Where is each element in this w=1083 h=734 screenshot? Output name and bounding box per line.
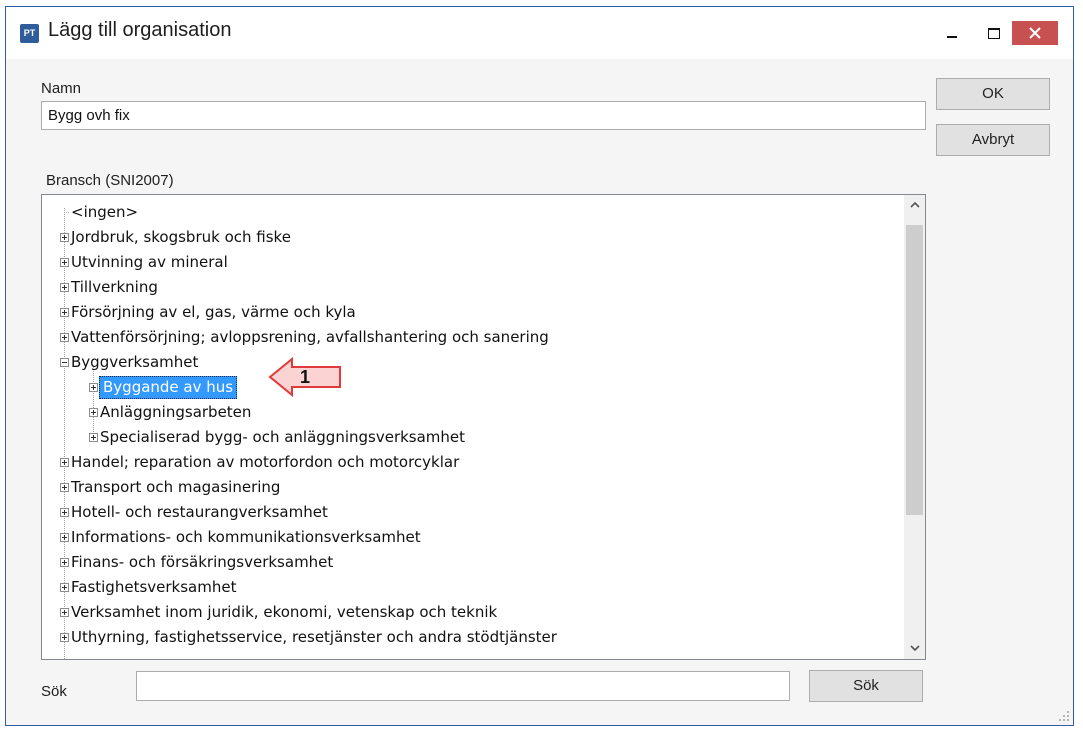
tree-item-label[interactable]: Försörjning av el, gas, värme och kyla <box>71 300 356 325</box>
expand-icon[interactable] <box>89 408 98 417</box>
name-label: Namn <box>41 80 82 97</box>
tree-item[interactable]: Tillverkning <box>42 275 902 300</box>
tree-item-label[interactable]: Informations- och kommunikationsverksamh… <box>71 525 421 550</box>
close-icon <box>1029 27 1041 39</box>
tree-item-label[interactable]: <ingen> <box>71 200 138 225</box>
title-bar[interactable]: PT Lägg till organisation <box>6 7 1073 59</box>
tree-item-label[interactable]: Uthyrning, fastighetsservice, resetjänst… <box>71 625 557 650</box>
tree-item[interactable]: Informations- och kommunikationsverksamh… <box>42 525 902 550</box>
ok-button[interactable]: OK <box>936 78 1050 110</box>
tree-item-label[interactable]: Anläggningsarbeten <box>100 400 251 425</box>
expand-icon[interactable] <box>60 333 69 342</box>
tree-item-label[interactable]: Tillverkning <box>71 275 158 300</box>
callout-number: 1 <box>300 367 311 387</box>
tree-item-label[interactable]: Byggande av hus <box>99 376 238 399</box>
tree-item[interactable]: Fastighetsverksamhet <box>42 575 902 600</box>
tree-item[interactable]: Byggverksamhet <box>42 350 902 375</box>
tree-item-label[interactable]: Finans- och försäkringsverksamhet <box>71 550 333 575</box>
tree-item-label[interactable]: Utvinning av mineral <box>71 250 228 275</box>
app-icon: PT <box>20 24 39 43</box>
tree-item[interactable]: Vattenförsörjning; avloppsrening, avfall… <box>42 325 902 350</box>
tree-item-label[interactable]: Handel; reparation av motorfordon och mo… <box>71 450 459 475</box>
collapse-icon[interactable] <box>60 358 69 367</box>
tree-item[interactable]: Handel; reparation av motorfordon och mo… <box>42 450 902 475</box>
tree-item-label[interactable]: Hotell- och restaurangverksamhet <box>71 500 328 525</box>
search-button[interactable]: Sök <box>809 670 923 702</box>
expand-icon[interactable] <box>60 533 69 542</box>
tree-item-label[interactable]: Verksamhet inom juridik, ekonomi, vetens… <box>71 600 497 625</box>
tree-item-label[interactable]: Fastighetsverksamhet <box>71 575 236 600</box>
branch-tree[interactable]: <ingen> Jordbruk, skogsbruk och fiske Utvi… <box>41 194 926 660</box>
tree-scrollbar[interactable] <box>904 195 925 659</box>
expand-icon[interactable] <box>60 308 69 317</box>
dialog-window: PT Lägg till organisation Namn OK Avbryt… <box>5 6 1074 726</box>
expand-icon[interactable] <box>60 608 69 617</box>
branch-label: Bransch (SNI2007) <box>46 172 174 189</box>
maximize-button[interactable] <box>973 21 1015 45</box>
tree-item[interactable]: Uthyrning, fastighetsservice, resetjänst… <box>42 625 902 650</box>
cancel-button[interactable]: Avbryt <box>936 124 1050 156</box>
minimize-button[interactable] <box>931 21 973 45</box>
tree-item[interactable]: Jordbruk, skogsbruk och fiske <box>42 225 902 250</box>
tree-item-label[interactable]: Specialiserad bygg- och anläggningsverks… <box>100 425 465 450</box>
resize-grip-icon[interactable] <box>1058 710 1070 722</box>
expand-icon[interactable] <box>60 258 69 267</box>
expand-icon[interactable] <box>60 583 69 592</box>
expand-icon[interactable] <box>60 508 69 517</box>
tree-item-label[interactable]: Transport och magasinering <box>71 475 280 500</box>
tree-item[interactable]: Försörjning av el, gas, värme och kyla <box>42 300 902 325</box>
tree-item[interactable]: Transport och magasinering <box>42 475 902 500</box>
tree-item[interactable]: Finans- och försäkringsverksamhet <box>42 550 902 575</box>
expand-icon[interactable] <box>60 233 69 242</box>
expand-icon[interactable] <box>89 383 98 392</box>
chevron-down-icon <box>909 645 920 652</box>
expand-icon[interactable] <box>60 558 69 567</box>
name-input[interactable] <box>41 101 926 130</box>
tree-item[interactable]: Utvinning av mineral <box>42 250 902 275</box>
expand-icon[interactable] <box>60 458 69 467</box>
tree-item-label[interactable]: Vattenförsörjning; avloppsrening, avfall… <box>71 325 549 350</box>
tree-item[interactable]: Byggande av hus <box>42 375 902 400</box>
expand-icon[interactable] <box>89 433 98 442</box>
tree-connector <box>64 212 69 213</box>
tree-item[interactable]: Anläggningsarbeten <box>42 400 902 425</box>
tree-item-label[interactable]: Jordbruk, skogsbruk och fiske <box>71 225 291 250</box>
expand-icon[interactable] <box>60 483 69 492</box>
chevron-up-icon <box>909 201 920 208</box>
tree-item[interactable]: Verksamhet inom juridik, ekonomi, vetens… <box>42 600 902 625</box>
tree-item[interactable]: <ingen> <box>42 200 902 225</box>
expand-icon[interactable] <box>60 283 69 292</box>
search-input[interactable] <box>136 671 790 701</box>
scroll-down-button[interactable] <box>904 638 925 659</box>
close-button[interactable] <box>1012 21 1058 45</box>
scroll-up-button[interactable] <box>904 195 925 216</box>
scroll-thumb[interactable] <box>906 225 923 515</box>
window-title: Lägg till organisation <box>48 19 232 41</box>
tree-item[interactable]: Specialiserad bygg- och anläggningsverks… <box>42 425 902 450</box>
tree-item[interactable]: Hotell- och restaurangverksamhet <box>42 500 902 525</box>
search-label: Sök <box>41 683 67 700</box>
expand-icon[interactable] <box>60 633 69 642</box>
tree-item-label[interactable]: Byggverksamhet <box>71 350 198 375</box>
